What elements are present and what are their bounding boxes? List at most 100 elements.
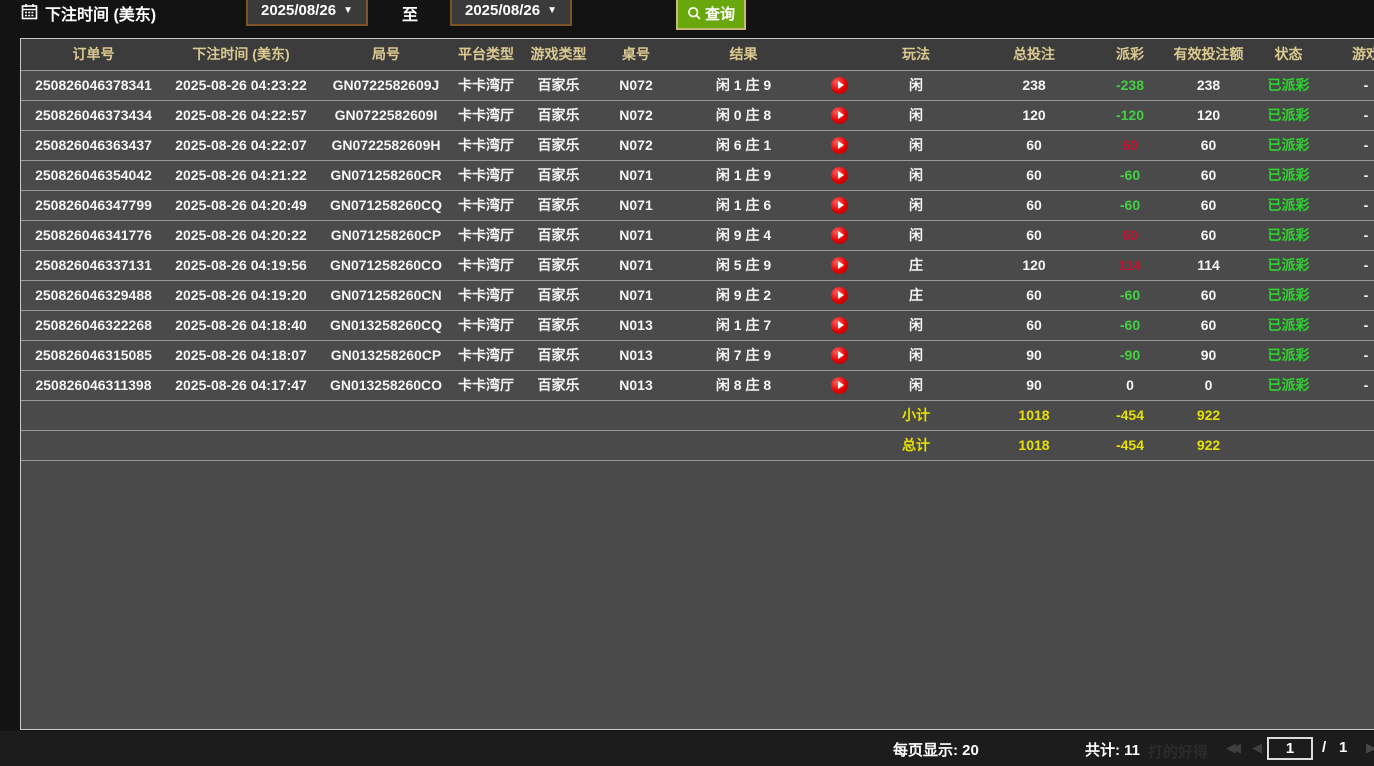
cell-result: 闲 6 庄 1 [671, 130, 816, 160]
cell-round-no: GN071258260CN [316, 280, 456, 310]
cell-play-type: 闲 [863, 190, 969, 220]
play-button[interactable] [831, 167, 848, 184]
cell-order-no: 250826046354042 [21, 160, 166, 190]
cell-play-type: 闲 [863, 130, 969, 160]
play-icon [838, 141, 844, 149]
cell-order-no: 250826046347799 [21, 190, 166, 220]
cell-platform: 卡卡湾厅 [456, 160, 516, 190]
cell-empty [816, 430, 863, 460]
cell-status: 已派彩 [1256, 220, 1321, 250]
cell-play-type: 庄 [863, 250, 969, 280]
play-button[interactable] [831, 377, 848, 394]
cell-table-no: N013 [601, 310, 671, 340]
cell-order-no: 250826046315085 [21, 340, 166, 370]
first-page-button[interactable]: ◀◀ [1226, 740, 1236, 756]
cell-table-no: N072 [601, 100, 671, 130]
cell-order-no: 250826046329488 [21, 280, 166, 310]
play-button[interactable] [831, 347, 848, 364]
cell-empty [316, 430, 456, 460]
cell-total-bet: 120 [969, 100, 1099, 130]
play-icon [838, 171, 844, 179]
cell-game: - [1321, 70, 1374, 100]
cell-valid-bet: 60 [1161, 130, 1256, 160]
cell-result: 闲 1 庄 6 [671, 190, 816, 220]
cell-table-no: N013 [601, 370, 671, 400]
cell-bet-time: 2025-08-26 04:22:07 [166, 130, 316, 160]
header-cell: 派彩 [1099, 39, 1161, 70]
cell-total-bet: 238 [969, 70, 1099, 100]
cell-result: 闲 9 庄 4 [671, 220, 816, 250]
page-separator: / [1322, 739, 1326, 756]
date-from-select[interactable]: 2025/08/26 ▼ [246, 0, 368, 26]
table-row: 2508260463417762025-08-26 04:20:22GN0712… [21, 220, 1374, 250]
cell-result: 闲 5 庄 9 [671, 250, 816, 280]
cell-play-button [816, 190, 863, 220]
cell-bet-time: 2025-08-26 04:18:07 [166, 340, 316, 370]
cell-empty [1256, 400, 1321, 430]
background-watermark: 打的好得 [1148, 741, 1208, 762]
cell-round-no: GN0722582609H [316, 130, 456, 160]
cell-total-bet: 60 [969, 160, 1099, 190]
cell-empty [316, 400, 456, 430]
page-input[interactable] [1267, 737, 1313, 760]
cell-empty [21, 400, 166, 430]
cell-total-bet: 60 [969, 130, 1099, 160]
play-button[interactable] [831, 287, 848, 304]
header-cell: 结果 [671, 39, 816, 70]
play-button[interactable] [831, 197, 848, 214]
cell-game-type: 百家乐 [516, 100, 601, 130]
cell-game: - [1321, 340, 1374, 370]
cell-game: - [1321, 250, 1374, 280]
play-icon [838, 81, 844, 89]
cell-empty [456, 400, 516, 430]
table-row: 2508260463222682025-08-26 04:18:40GN0132… [21, 310, 1374, 340]
play-button[interactable] [831, 77, 848, 94]
cell-status: 已派彩 [1256, 310, 1321, 340]
cell-game-type: 百家乐 [516, 70, 601, 100]
cell-game: - [1321, 220, 1374, 250]
cell-order-no: 250826046322268 [21, 310, 166, 340]
header-cell: 平台类型 [456, 39, 516, 70]
cell-empty [1321, 400, 1374, 430]
cell-payout: -60 [1099, 160, 1161, 190]
date-from-value: 2025/08/26 [261, 2, 336, 19]
play-icon [838, 261, 844, 269]
cell-status: 已派彩 [1256, 370, 1321, 400]
cell-order-no: 250826046373434 [21, 100, 166, 130]
date-to-select[interactable]: 2025/08/26 ▼ [450, 0, 572, 26]
bet-records-table-container: 订单号下注时间 (美东)局号平台类型游戏类型桌号结果玩法总投注派彩有效投注额状态… [20, 38, 1374, 730]
play-button[interactable] [831, 257, 848, 274]
play-button[interactable] [831, 137, 848, 154]
header-cell: 玩法 [863, 39, 969, 70]
header-cell: 总投注 [969, 39, 1099, 70]
cell-play-type: 闲 [863, 370, 969, 400]
cell-payout: -60 [1099, 190, 1161, 220]
cell-game-type: 百家乐 [516, 280, 601, 310]
play-button[interactable] [831, 107, 848, 124]
next-page-button[interactable]: ▶ [1366, 740, 1374, 756]
cell-total-bet: 60 [969, 190, 1099, 220]
cell-payout: -60 [1099, 310, 1161, 340]
cell-platform: 卡卡湾厅 [456, 370, 516, 400]
cell-total-bet: 120 [969, 250, 1099, 280]
play-button[interactable] [831, 317, 848, 334]
cell-platform: 卡卡湾厅 [456, 220, 516, 250]
cell-round-no: GN013258260CQ [316, 310, 456, 340]
query-button[interactable]: 查询 [676, 0, 746, 30]
play-button[interactable] [831, 227, 848, 244]
prev-page-button[interactable]: ◀ [1252, 740, 1262, 756]
cell-play-type: 闲 [863, 310, 969, 340]
cell-empty [671, 400, 816, 430]
cell-game: - [1321, 280, 1374, 310]
cell-empty [601, 430, 671, 460]
cell-order-no: 250826046341776 [21, 220, 166, 250]
cell-bet-time: 2025-08-26 04:18:40 [166, 310, 316, 340]
table-row: 2508260463634372025-08-26 04:22:07GN0722… [21, 130, 1374, 160]
cell-total-label: 总计 [863, 430, 969, 460]
cell-play-button [816, 100, 863, 130]
header-cell: 局号 [316, 39, 456, 70]
cell-status: 已派彩 [1256, 160, 1321, 190]
cell-bet-time: 2025-08-26 04:23:22 [166, 70, 316, 100]
total-count-label: 共计: 11 [1085, 739, 1140, 760]
cell-play-button [816, 70, 863, 100]
